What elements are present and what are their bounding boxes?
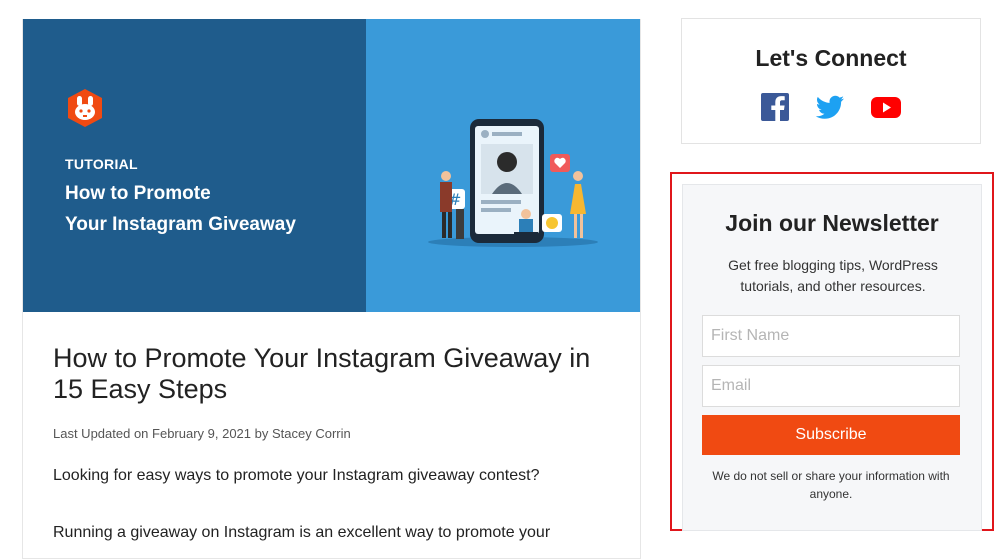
- post-meta-date: Last Updated on February 9, 2021 by: [53, 426, 272, 441]
- post-paragraph: Running a giveaway on Instagram is an ex…: [53, 524, 551, 541]
- post-meta: Last Updated on February 9, 2021 by Stac…: [53, 426, 351, 441]
- post-paragraph: Looking for easy ways to promote your In…: [53, 467, 540, 484]
- post-author-link[interactable]: Stacey Corrin: [272, 426, 351, 441]
- newsletter-widget: Join our Newsletter Get free blogging ti…: [682, 184, 982, 531]
- rafflepress-logo-icon: [68, 89, 102, 127]
- article-card: TUTORIAL How to Promote Your Instagram G…: [22, 19, 641, 559]
- hero-title: How to Promote Your Instagram Giveaway: [65, 178, 345, 240]
- connect-widget: Let's Connect: [681, 18, 981, 144]
- youtube-icon[interactable]: [871, 92, 901, 122]
- newsletter-description: Get free blogging tips, WordPress tutori…: [728, 257, 938, 294]
- connect-title: Let's Connect: [755, 45, 907, 71]
- facebook-icon[interactable]: [760, 92, 790, 122]
- phone-social-illustration: #: [428, 119, 598, 247]
- subscribe-button[interactable]: Subscribe: [702, 415, 960, 455]
- hero-kicker: TUTORIAL: [65, 156, 138, 172]
- newsletter-title: Join our Newsletter: [725, 210, 939, 236]
- hero-title-line2: Your Instagram Giveaway: [65, 214, 296, 235]
- featured-image[interactable]: TUTORIAL How to Promote Your Instagram G…: [23, 19, 640, 312]
- twitter-icon[interactable]: [815, 92, 845, 122]
- privacy-note: We do not sell or share your information…: [712, 469, 950, 501]
- email-input[interactable]: [702, 365, 960, 407]
- post-title[interactable]: How to Promote Your Instagram Giveaway i…: [53, 343, 623, 405]
- first-name-input[interactable]: [702, 315, 960, 357]
- hero-title-line1: How to Promote: [65, 183, 211, 204]
